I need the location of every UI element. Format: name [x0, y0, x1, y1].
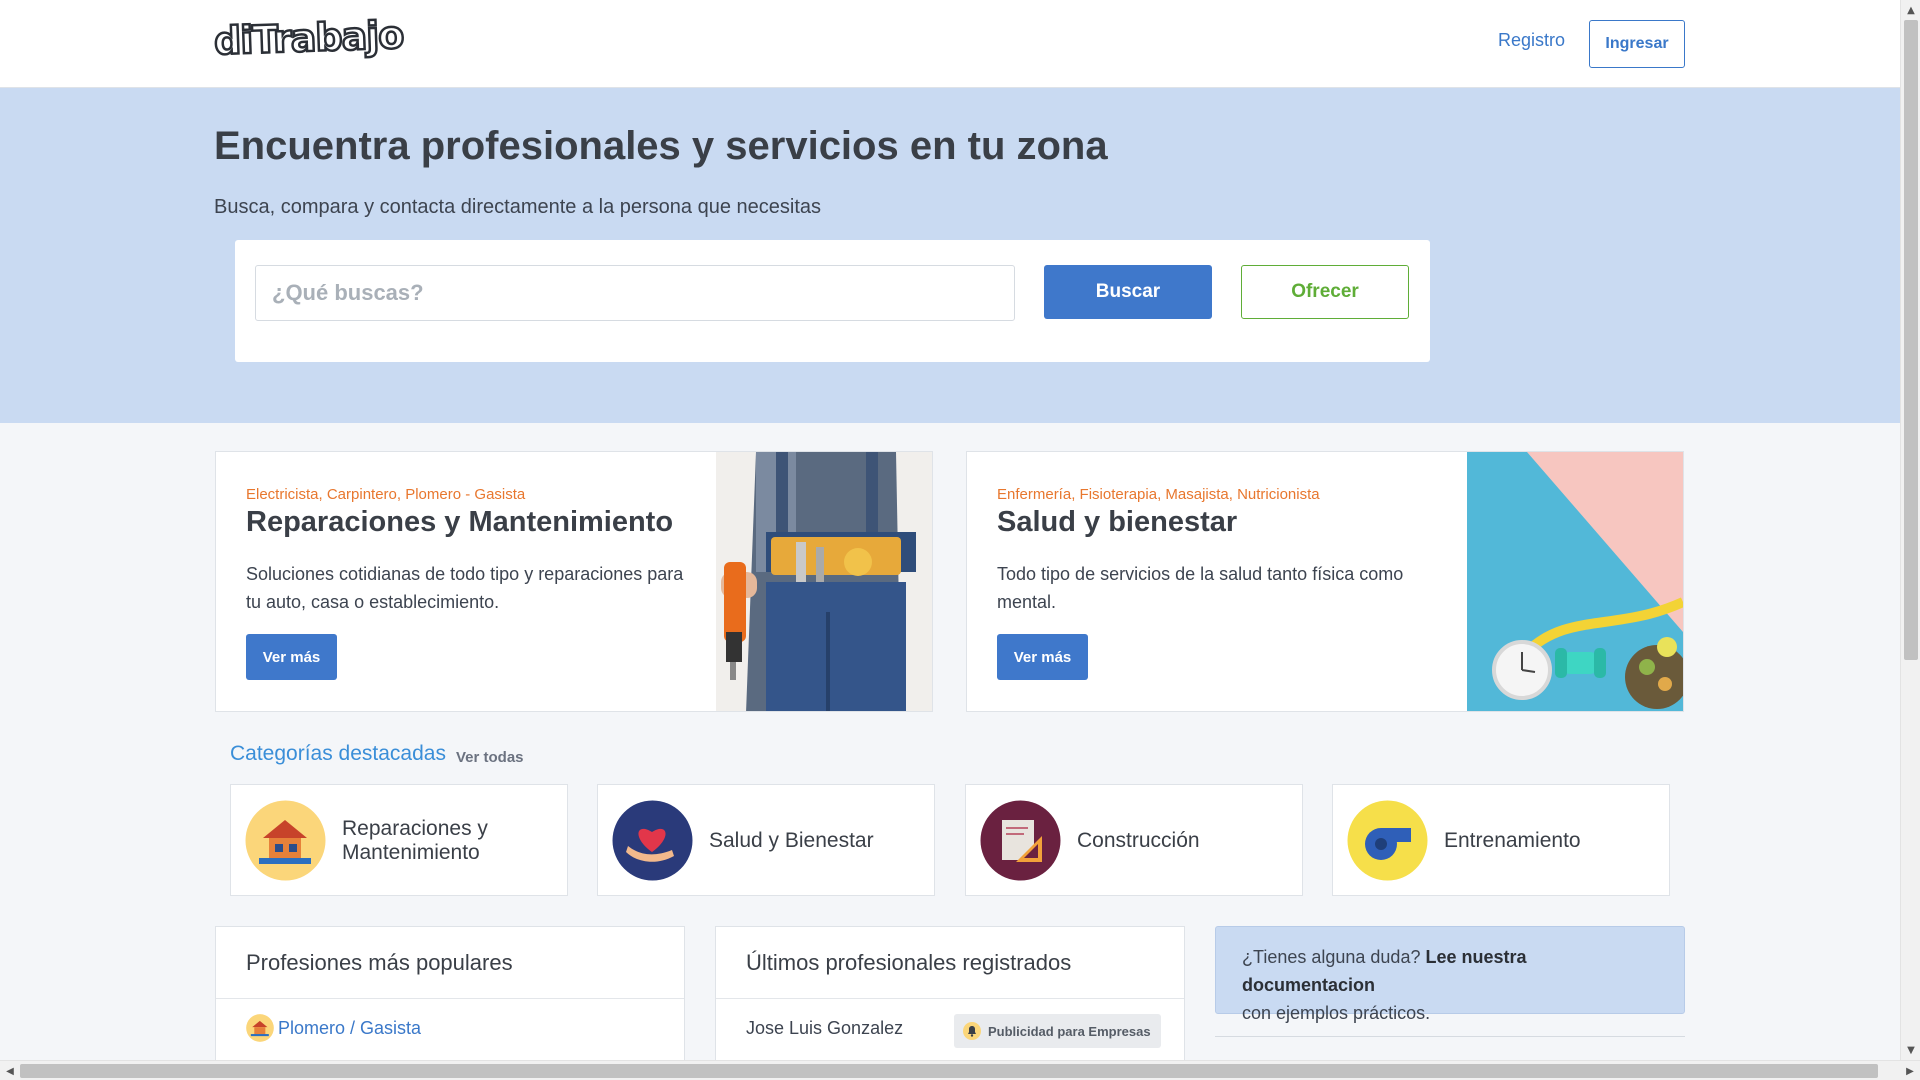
feature-title: Reparaciones y Mantenimiento — [246, 506, 674, 538]
feature-tags: Enfermería, Fisioterapia, Masajista, Nut… — [997, 486, 1320, 503]
category-label: Entrenamiento — [1444, 829, 1581, 852]
search-button[interactable]: Buscar — [1044, 265, 1212, 319]
vertical-scrollbar[interactable]: ▲ ▼ — [1900, 0, 1920, 1060]
professional-name: Jose Luis Gonzalez — [746, 1017, 904, 1038]
category-card-health[interactable]: Salud y Bienestar — [597, 784, 935, 896]
worker-with-drill-image — [716, 452, 932, 711]
popular-professions-panel: Profesiones más populares Plomero / Gasi… — [215, 926, 685, 1060]
vertical-scroll-thumb[interactable] — [1904, 20, 1918, 660]
info-rest: con ejemplos prácticos. — [1242, 1003, 1431, 1023]
site-logo[interactable]: diTrabajo — [212, 11, 405, 64]
panel-title: Profesiones más populares — [216, 927, 684, 999]
blueprint-ruler-icon — [980, 800, 1061, 881]
feature-description: Soluciones cotidianas de todo tipo y rep… — [246, 564, 684, 612]
view-all-categories-link[interactable]: Ver todas — [456, 749, 524, 766]
latest-professionals-panel: Últimos profesionales registrados Jose L… — [715, 926, 1185, 1060]
feature-card-repairs: Electricista, Carpintero, Plomero - Gasi… — [215, 451, 933, 712]
bell-icon — [963, 1022, 981, 1040]
hero-title: Encuentra profesionales y servicios en t… — [214, 124, 1108, 168]
house-repair-icon — [245, 800, 326, 881]
scroll-up-arrow-icon[interactable]: ▲ — [1901, 0, 1920, 20]
search-input[interactable] — [255, 265, 1015, 321]
category-card-training[interactable]: Entrenamiento — [1332, 784, 1670, 896]
feature-tags: Electricista, Carpintero, Plomero - Gasi… — [246, 486, 526, 503]
see-more-button[interactable]: Ver más — [246, 634, 337, 680]
top-navbar: diTrabajo Registro Ingresar — [0, 0, 1900, 88]
scroll-right-arrow-icon[interactable]: ▶ — [1900, 1061, 1920, 1080]
category-label: Reparaciones y Mantenimiento — [342, 817, 488, 864]
category-card-repairs[interactable]: Reparaciones y Mantenimiento — [230, 784, 568, 896]
scroll-down-arrow-icon[interactable]: ▼ — [1901, 1040, 1920, 1060]
category-label: Construcción — [1077, 829, 1200, 852]
scroll-left-arrow-icon[interactable]: ◀ — [0, 1061, 20, 1080]
page-viewport: diTrabajo Registro Ingresar Encuentra pr… — [0, 0, 1900, 1060]
house-repair-icon — [246, 1014, 274, 1042]
hero-section: Encuentra profesionales y servicios en t… — [0, 88, 1900, 423]
horizontal-scrollbar[interactable]: ◀ ▶ — [0, 1060, 1920, 1080]
profession-link[interactable]: Plomero / Gasista — [278, 1018, 421, 1039]
horizontal-scroll-thumb[interactable] — [20, 1064, 1878, 1078]
heart-hand-icon — [612, 800, 693, 881]
see-more-button[interactable]: Ver más — [997, 634, 1088, 680]
category-label: Salud y Bienestar — [709, 829, 874, 852]
business-ad-badge[interactable]: Publicidad para Empresas — [954, 1014, 1161, 1048]
search-panel: Buscar Ofrecer — [235, 240, 1430, 362]
hero-subtitle: Busca, compara y contacta directamente a… — [214, 196, 822, 218]
panel-title: Últimos profesionales registrados — [716, 927, 1184, 999]
feature-card-health: Enfermería, Fisioterapia, Masajista, Nut… — [966, 451, 1684, 712]
info-question: ¿Tienes alguna duda? — [1242, 947, 1421, 967]
feature-description: Todo tipo de servicios de la salud tanto… — [997, 564, 1404, 612]
login-button[interactable]: Ingresar — [1589, 20, 1685, 68]
featured-categories-heading: Categorías destacadas — [230, 742, 446, 765]
fitness-image — [1467, 452, 1683, 711]
divider — [1215, 1036, 1685, 1037]
register-link[interactable]: Registro — [1498, 30, 1565, 51]
badge-label: Publicidad para Empresas — [988, 1023, 1151, 1039]
documentation-info-box: ¿Tienes alguna duda? Lee nuestra documen… — [1215, 926, 1685, 1023]
category-card-construction[interactable]: Construcción — [965, 784, 1303, 896]
offer-button[interactable]: Ofrecer — [1241, 265, 1409, 319]
feature-title: Salud y bienestar — [997, 506, 1238, 538]
whistle-icon — [1347, 800, 1428, 881]
list-item[interactable]: Plomero / Gasista — [216, 999, 684, 1057]
